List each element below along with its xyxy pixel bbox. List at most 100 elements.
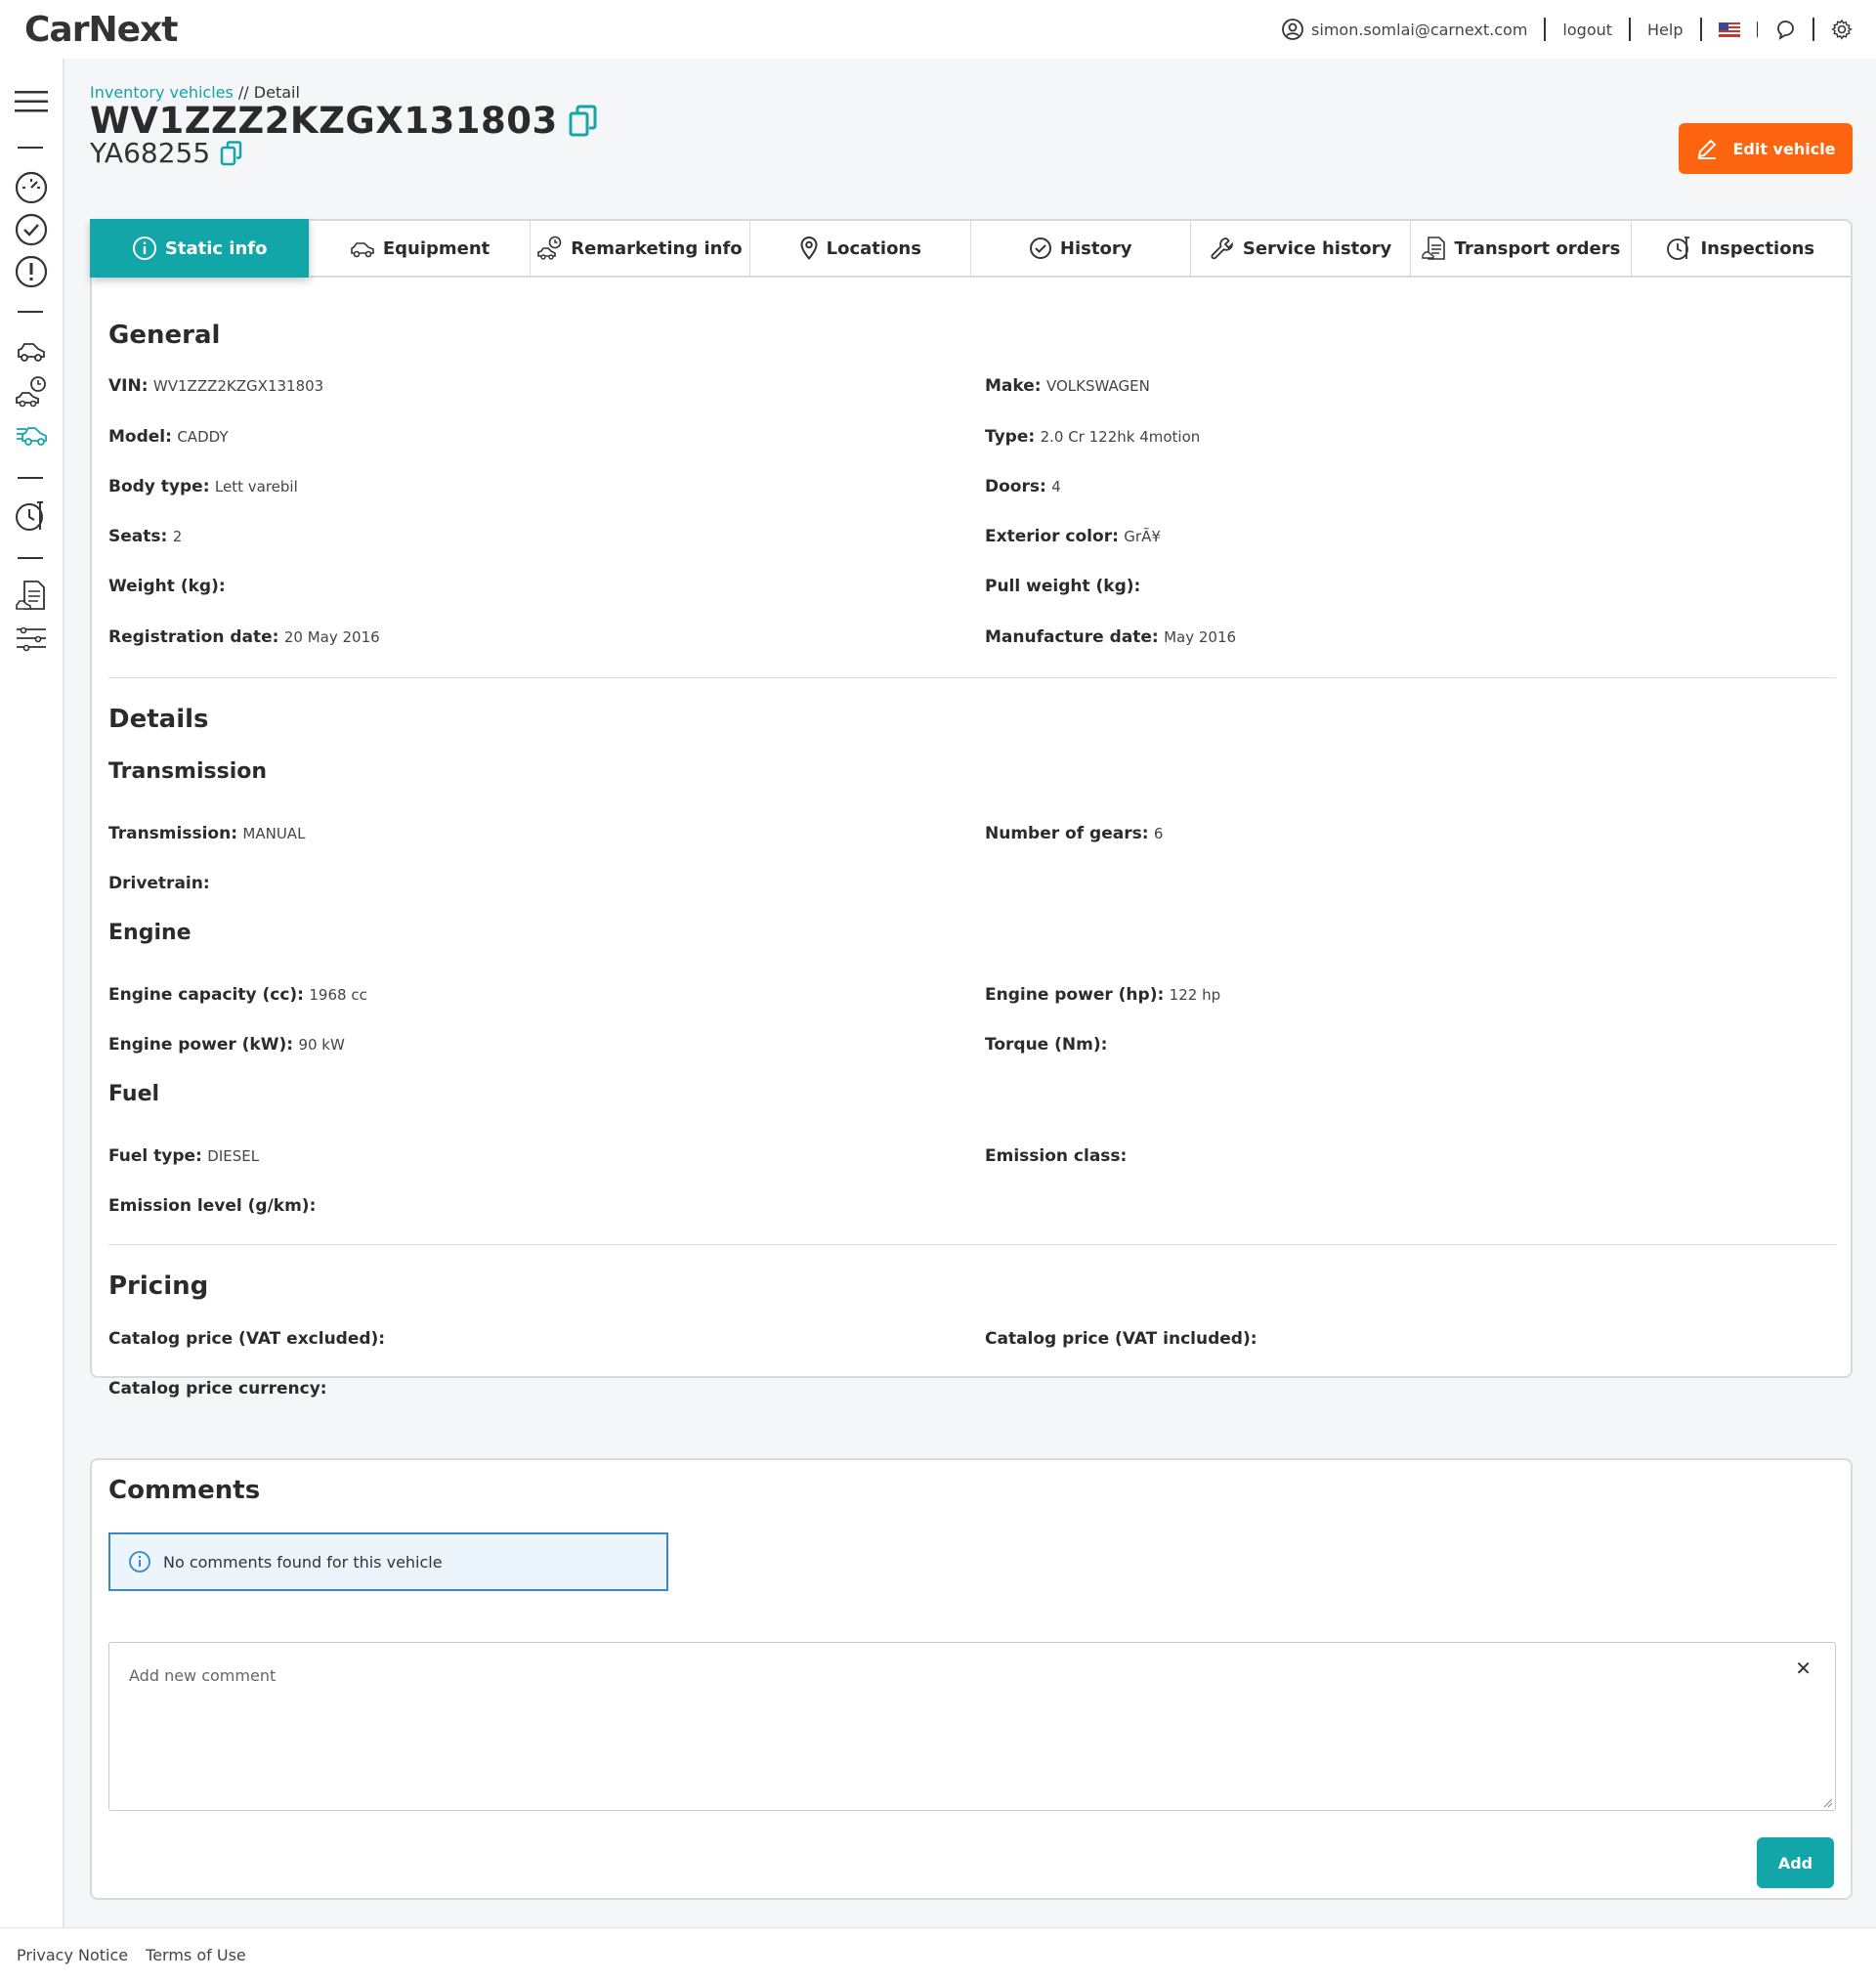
pencil-icon — [1698, 139, 1717, 159]
resize-handle-icon[interactable] — [1823, 1798, 1833, 1808]
tab-service-history[interactable]: Service history — [1191, 221, 1412, 276]
details-heading: Details — [108, 705, 209, 734]
logout-link[interactable]: logout — [1562, 21, 1612, 39]
field-value: 1968 cc — [309, 986, 367, 1004]
no-comments-message: No comments found for this vehicle — [163, 1552, 443, 1572]
tab-label: Equipment — [382, 237, 490, 259]
field-row: Pull weight (kg): — [985, 577, 1140, 596]
vehicle-vin-title: WV1ZZZ2KZGX131803 — [90, 100, 599, 142]
field-row: Make: VOLKSWAGEN — [985, 376, 1150, 396]
field-label: Emission class: — [985, 1146, 1128, 1166]
field-label: Drivetrain: — [108, 874, 210, 893]
field-label: Engine power (hp): — [985, 985, 1165, 1005]
car-icon[interactable] — [14, 332, 49, 367]
divider — [1812, 18, 1814, 41]
tab-label: Inspections — [1700, 237, 1815, 259]
hamburger-menu-icon[interactable] — [14, 84, 49, 119]
car-clock-icon[interactable] — [14, 374, 49, 409]
document-car-icon[interactable] — [14, 579, 49, 614]
copy-icon[interactable] — [568, 105, 599, 138]
sidebar-divider — [18, 477, 43, 479]
check-circle-icon[interactable] — [14, 212, 49, 247]
field-row: Weight (kg): — [108, 577, 226, 596]
section-divider — [108, 1244, 1836, 1245]
clear-comment-icon[interactable]: ✕ — [1795, 1657, 1812, 1680]
transmission-heading: Transmission — [108, 759, 268, 784]
field-label: Make: — [985, 376, 1042, 396]
us-flag-icon[interactable] — [1718, 22, 1740, 37]
chat-bubble-icon[interactable] — [1774, 19, 1796, 40]
add-comment-button[interactable]: Add — [1757, 1837, 1834, 1888]
field-row: Catalog price currency: — [108, 1379, 327, 1399]
tab-locations[interactable]: Locations — [750, 221, 971, 276]
info-icon — [129, 1551, 150, 1573]
field-row: Exterior color: GrÃ¥ — [985, 527, 1161, 546]
field-label: Catalog price currency: — [108, 1379, 327, 1399]
field-value: Lett varebil — [214, 478, 298, 496]
field-value: DIESEL — [207, 1147, 260, 1165]
tab-label: Remarketing info — [571, 237, 743, 259]
field-label: Model: — [108, 427, 172, 447]
speedometer-icon[interactable] — [14, 170, 49, 205]
field-row: Torque (Nm): — [985, 1035, 1107, 1055]
field-row: Transmission: MANUAL — [108, 824, 305, 843]
check-circle-icon — [1029, 237, 1051, 259]
field-row: Type: 2.0 Cr 122hk 4motion — [985, 427, 1200, 447]
tab-transport-orders[interactable]: Transport orders — [1411, 221, 1632, 276]
edit-vehicle-button[interactable]: Edit vehicle — [1679, 123, 1853, 174]
tab-bar: Static info Equipment Remarketing info L… — [90, 219, 1851, 278]
field-label: Engine capacity (cc): — [108, 985, 304, 1005]
tab-equipment[interactable]: Equipment — [310, 221, 531, 276]
privacy-notice-link[interactable]: Privacy Notice — [17, 1946, 128, 1964]
tab-inspections[interactable]: Inspections — [1632, 221, 1851, 276]
comment-textarea[interactable]: Add new comment ✕ — [108, 1642, 1836, 1811]
field-label: Number of gears: — [985, 824, 1149, 843]
tab-label: Static info — [164, 237, 268, 259]
field-row: VIN: WV1ZZZ2KZGX131803 — [108, 376, 323, 396]
tab-label: Transport orders — [1454, 237, 1621, 259]
carnext-logo[interactable]: CarNext — [24, 10, 178, 50]
inspection-clock-icon[interactable] — [14, 498, 49, 534]
field-row: Fuel type: DIESEL — [108, 1146, 259, 1166]
car-stack-icon[interactable] — [14, 621, 49, 656]
tab-static-info[interactable]: Static info — [90, 219, 311, 278]
tab-label: Locations — [826, 237, 921, 259]
comments-card: Comments No comments found for this vehi… — [90, 1458, 1853, 1900]
field-value: 2 — [172, 528, 183, 545]
divider — [1756, 22, 1758, 37]
alert-circle-icon[interactable] — [14, 254, 49, 289]
field-label: Manufacture date: — [985, 627, 1159, 647]
top-nav: simon.somlai@carnext.com logout Help — [1282, 18, 1853, 41]
location-pin-icon — [800, 236, 818, 261]
settings-gear-icon[interactable] — [1831, 19, 1853, 40]
comments-heading: Comments — [108, 1476, 261, 1505]
tab-label: History — [1059, 237, 1132, 259]
copy-icon[interactable] — [220, 140, 243, 166]
divider — [1544, 18, 1547, 41]
help-link[interactable]: Help — [1647, 21, 1683, 39]
user-menu[interactable]: simon.somlai@carnext.com — [1282, 19, 1527, 40]
field-label: Engine power (kW): — [108, 1035, 294, 1055]
field-value: 20 May 2016 — [283, 628, 380, 646]
field-value: 122 hp — [1169, 986, 1221, 1004]
field-label: Doors: — [985, 477, 1046, 496]
field-row: Registration date: 20 May 2016 — [108, 627, 380, 647]
field-label: Emission level (g/km): — [108, 1196, 317, 1216]
pricing-heading: Pricing — [108, 1271, 209, 1301]
field-label: Type: — [985, 427, 1036, 447]
field-row: Engine power (kW): 90 kW — [108, 1035, 345, 1055]
field-label: Registration date: — [108, 627, 279, 647]
terms-of-use-link[interactable]: Terms of Use — [146, 1946, 246, 1964]
wrench-icon — [1211, 237, 1233, 260]
tab-history[interactable]: History — [971, 221, 1191, 276]
car-fast-icon[interactable] — [14, 416, 49, 452]
tab-remarketing-info[interactable]: Remarketing info — [531, 221, 751, 276]
comment-placeholder: Add new comment — [129, 1666, 277, 1685]
field-value: May 2016 — [1164, 628, 1237, 646]
field-row: Doors: 4 — [985, 477, 1061, 496]
tab-label: Service history — [1242, 237, 1392, 259]
user-icon — [1282, 19, 1303, 40]
field-value: VOLKSWAGEN — [1045, 377, 1150, 395]
field-value: 90 kW — [298, 1036, 345, 1054]
field-value: GrÃ¥ — [1124, 528, 1161, 545]
